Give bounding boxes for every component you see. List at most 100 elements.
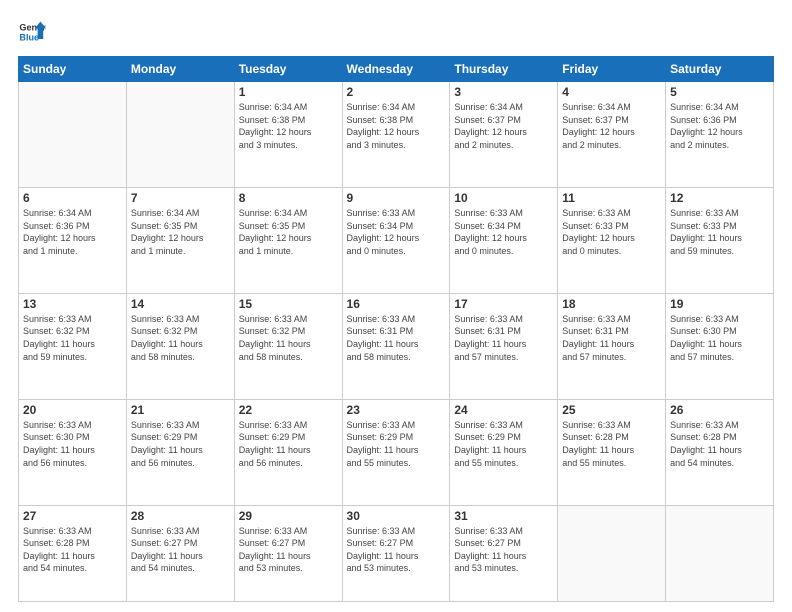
day-number: 25 (562, 403, 661, 417)
calendar-cell: 27Sunrise: 6:33 AM Sunset: 6:28 PM Dayli… (19, 505, 127, 601)
calendar-cell: 14 Sunrise: 6:33 AM Sunset: 6:32 PM Dayli… (126, 293, 234, 399)
day-number: 7 (131, 191, 230, 205)
week-row-1: 1 Sunrise: 6:34 AM Sunset: 6:38 PM Daylig… (19, 82, 774, 188)
day-number: 11 (562, 191, 661, 205)
day-info: Sunrise: 6:33 AM Sunset: 6:31 PM Dayligh… (347, 313, 446, 363)
day-info: Sunrise: 6:33 AM Sunset: 6:28 PM Dayligh… (23, 525, 122, 575)
day-info: Sunrise: 6:33 AM Sunset: 6:33 PM Dayligh… (670, 207, 769, 257)
week-row-3: 13 Sunrise: 6:33 AM Sunset: 6:32 PM Dayli… (19, 293, 774, 399)
calendar-cell: 5 Sunrise: 6:34 AM Sunset: 6:36 PM Daylig… (666, 82, 774, 188)
day-info: Sunrise: 6:33 AM Sunset: 6:29 PM Dayligh… (454, 419, 553, 469)
day-info: Sunrise: 6:34 AM Sunset: 6:36 PM Dayligh… (23, 207, 122, 257)
day-number: 21 (131, 403, 230, 417)
weekday-header-monday: Monday (126, 57, 234, 82)
week-row-2: 6 Sunrise: 6:34 AM Sunset: 6:36 PM Daylig… (19, 187, 774, 293)
day-number: 6 (23, 191, 122, 205)
calendar-cell: 29 Sunrise: 6:33 AM Sunset: 6:27 PM Dayli… (234, 505, 342, 601)
day-number: 5 (670, 85, 769, 99)
day-info: Sunrise: 6:33 AM Sunset: 6:27 PM Dayligh… (239, 525, 338, 575)
day-number: 3 (454, 85, 553, 99)
day-info: Sunrise: 6:34 AM Sunset: 6:35 PM Dayligh… (239, 207, 338, 257)
day-info: Sunrise: 6:33 AM Sunset: 6:32 PM Dayligh… (131, 313, 230, 363)
day-number: 8 (239, 191, 338, 205)
calendar-cell: 11 Sunrise: 6:33 AM Sunset: 6:33 PM Dayli… (558, 187, 666, 293)
weekday-header-row: SundayMondayTuesdayWednesdayThursdayFrid… (19, 57, 774, 82)
day-info: Sunrise: 6:33 AM Sunset: 6:29 PM Dayligh… (347, 419, 446, 469)
day-number: 18 (562, 297, 661, 311)
day-info: Sunrise: 6:34 AM Sunset: 6:37 PM Dayligh… (454, 101, 553, 151)
calendar-cell: 7 Sunrise: 6:34 AM Sunset: 6:35 PM Daylig… (126, 187, 234, 293)
header: General Blue (18, 18, 774, 46)
day-info: Sunrise: 6:33 AM Sunset: 6:34 PM Dayligh… (454, 207, 553, 257)
calendar-cell: 15 Sunrise: 6:33 AM Sunset: 6:32 PM Dayli… (234, 293, 342, 399)
calendar-cell: 4 Sunrise: 6:34 AM Sunset: 6:37 PM Daylig… (558, 82, 666, 188)
logo-icon: General Blue (18, 18, 46, 46)
weekday-header-thursday: Thursday (450, 57, 558, 82)
day-number: 20 (23, 403, 122, 417)
day-number: 26 (670, 403, 769, 417)
day-number: 30 (347, 509, 446, 523)
calendar-cell: 3 Sunrise: 6:34 AM Sunset: 6:37 PM Daylig… (450, 82, 558, 188)
day-number: 13 (23, 297, 122, 311)
calendar-cell: 28 Sunrise: 6:33 AM Sunset: 6:27 PM Dayli… (126, 505, 234, 601)
day-number: 1 (239, 85, 338, 99)
calendar-cell: 22 Sunrise: 6:33 AM Sunset: 6:29 PM Dayli… (234, 399, 342, 505)
day-number: 4 (562, 85, 661, 99)
calendar-cell: 25Sunrise: 6:33 AM Sunset: 6:28 PM Dayli… (558, 399, 666, 505)
weekday-header-saturday: Saturday (666, 57, 774, 82)
logo: General Blue (18, 18, 46, 46)
day-number: 2 (347, 85, 446, 99)
day-number: 22 (239, 403, 338, 417)
weekday-header-sunday: Sunday (19, 57, 127, 82)
calendar-cell: 18 Sunrise: 6:33 AM Sunset: 6:31 PM Dayli… (558, 293, 666, 399)
calendar-cell (558, 505, 666, 601)
calendar-cell: 16 Sunrise: 6:33 AM Sunset: 6:31 PM Dayli… (342, 293, 450, 399)
day-info: Sunrise: 6:33 AM Sunset: 6:34 PM Dayligh… (347, 207, 446, 257)
day-info: Sunrise: 6:33 AM Sunset: 6:27 PM Dayligh… (347, 525, 446, 575)
day-info: Sunrise: 6:34 AM Sunset: 6:36 PM Dayligh… (670, 101, 769, 151)
calendar-cell: 12 Sunrise: 6:33 AM Sunset: 6:33 PM Dayli… (666, 187, 774, 293)
calendar-cell: 13 Sunrise: 6:33 AM Sunset: 6:32 PM Dayli… (19, 293, 127, 399)
day-number: 17 (454, 297, 553, 311)
calendar-cell: 1 Sunrise: 6:34 AM Sunset: 6:38 PM Daylig… (234, 82, 342, 188)
day-number: 14 (131, 297, 230, 311)
day-info: Sunrise: 6:33 AM Sunset: 6:31 PM Dayligh… (454, 313, 553, 363)
day-info: Sunrise: 6:34 AM Sunset: 6:35 PM Dayligh… (131, 207, 230, 257)
calendar-cell: 31 Sunrise: 6:33 AM Sunset: 6:27 PM Dayli… (450, 505, 558, 601)
day-info: Sunrise: 6:33 AM Sunset: 6:32 PM Dayligh… (23, 313, 122, 363)
day-info: Sunrise: 6:33 AM Sunset: 6:33 PM Dayligh… (562, 207, 661, 257)
calendar-table: SundayMondayTuesdayWednesdayThursdayFrid… (18, 56, 774, 602)
day-number: 31 (454, 509, 553, 523)
calendar-cell: 9 Sunrise: 6:33 AM Sunset: 6:34 PM Daylig… (342, 187, 450, 293)
calendar-cell: 10Sunrise: 6:33 AM Sunset: 6:34 PM Dayli… (450, 187, 558, 293)
calendar-cell: 8 Sunrise: 6:34 AM Sunset: 6:35 PM Daylig… (234, 187, 342, 293)
weekday-header-wednesday: Wednesday (342, 57, 450, 82)
page: General Blue SundayMondayTuesdayWednesda… (0, 0, 792, 612)
day-info: Sunrise: 6:33 AM Sunset: 6:27 PM Dayligh… (131, 525, 230, 575)
calendar-cell (126, 82, 234, 188)
day-number: 12 (670, 191, 769, 205)
calendar-cell (666, 505, 774, 601)
day-info: Sunrise: 6:33 AM Sunset: 6:28 PM Dayligh… (670, 419, 769, 469)
day-info: Sunrise: 6:33 AM Sunset: 6:27 PM Dayligh… (454, 525, 553, 575)
svg-text:Blue: Blue (19, 32, 39, 42)
week-row-4: 20Sunrise: 6:33 AM Sunset: 6:30 PM Dayli… (19, 399, 774, 505)
calendar-cell: 17 Sunrise: 6:33 AM Sunset: 6:31 PM Dayli… (450, 293, 558, 399)
day-info: Sunrise: 6:33 AM Sunset: 6:29 PM Dayligh… (239, 419, 338, 469)
day-number: 16 (347, 297, 446, 311)
day-number: 19 (670, 297, 769, 311)
calendar-cell: 21Sunrise: 6:33 AM Sunset: 6:29 PM Dayli… (126, 399, 234, 505)
calendar-cell: 26 Sunrise: 6:33 AM Sunset: 6:28 PM Dayli… (666, 399, 774, 505)
calendar-cell: 6 Sunrise: 6:34 AM Sunset: 6:36 PM Daylig… (19, 187, 127, 293)
day-number: 29 (239, 509, 338, 523)
day-info: Sunrise: 6:34 AM Sunset: 6:37 PM Dayligh… (562, 101, 661, 151)
weekday-header-tuesday: Tuesday (234, 57, 342, 82)
day-info: Sunrise: 6:34 AM Sunset: 6:38 PM Dayligh… (239, 101, 338, 151)
day-number: 15 (239, 297, 338, 311)
day-info: Sunrise: 6:34 AM Sunset: 6:38 PM Dayligh… (347, 101, 446, 151)
day-info: Sunrise: 6:33 AM Sunset: 6:32 PM Dayligh… (239, 313, 338, 363)
week-row-5: 27Sunrise: 6:33 AM Sunset: 6:28 PM Dayli… (19, 505, 774, 601)
day-info: Sunrise: 6:33 AM Sunset: 6:31 PM Dayligh… (562, 313, 661, 363)
day-number: 28 (131, 509, 230, 523)
day-number: 9 (347, 191, 446, 205)
